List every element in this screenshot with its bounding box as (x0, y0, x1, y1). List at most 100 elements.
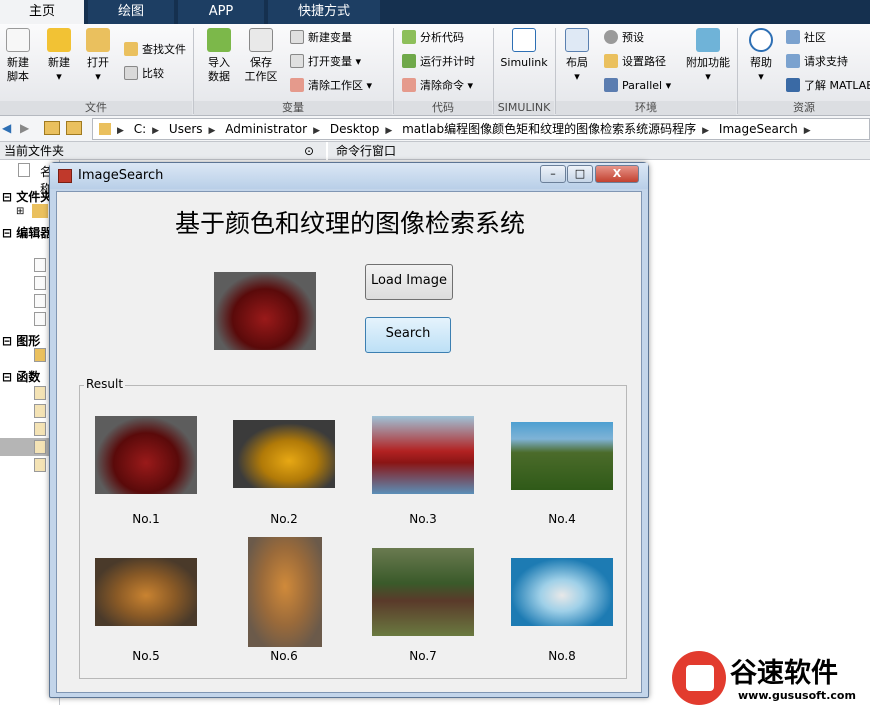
new-variable-button[interactable]: 新建变量 (290, 28, 352, 48)
file-icon[interactable] (34, 294, 46, 308)
request-support-button[interactable]: 请求支持 (786, 52, 848, 72)
function-file-icon[interactable] (34, 404, 46, 418)
tab-plots[interactable]: 绘图 (88, 0, 174, 24)
parallel-label: Parallel (622, 79, 663, 92)
add-ons-button[interactable]: 附加功能 ▾ (684, 28, 732, 84)
clear-commands-button[interactable]: 清除命令 ▾ (402, 76, 473, 96)
tree-section-editor[interactable]: ⊟ 编辑器 (2, 224, 52, 241)
new-script-button[interactable]: 新建 脚本 (2, 28, 34, 84)
expand-icon[interactable]: ⊞ (16, 206, 24, 217)
result-image (511, 422, 613, 490)
learn-matlab-icon (786, 78, 800, 92)
analyze-code-button[interactable]: 分析代码 (402, 28, 464, 48)
breadcrumb-item[interactable]: Users (169, 122, 203, 136)
community-button[interactable]: 社区 (786, 28, 826, 48)
result-image (95, 558, 197, 626)
figure-client-area: 基于颜色和纹理的图像检索系统 Load Image Search Result … (56, 191, 642, 693)
main-tab-bar: 主页 绘图 APP 快捷方式 (0, 0, 870, 24)
figure-file-icon[interactable] (34, 348, 46, 362)
tab-shortcuts[interactable]: 快捷方式 (268, 0, 380, 24)
load-image-button[interactable]: Load Image (365, 264, 453, 300)
parallel-button[interactable]: Parallel ▾ (604, 76, 671, 96)
help-label: 帮助 (750, 56, 772, 69)
tree-section-label: 文件夹 (16, 190, 53, 204)
compare-button[interactable]: 比较 (124, 64, 164, 84)
tree-section-functions[interactable]: ⊟ 函数 (2, 368, 40, 385)
function-file-icon[interactable] (34, 386, 46, 400)
tree-section-folders[interactable]: ⊟ 文件夹 (2, 188, 52, 205)
learn-matlab-label: 了解 MATLAB (804, 79, 870, 92)
learn-matlab-button[interactable]: 了解 MATLAB (786, 76, 870, 96)
save-workspace-button[interactable]: 保存 工作区 (244, 28, 278, 84)
back-arrow-icon[interactable]: ◀ (2, 121, 11, 135)
up-folder-icon[interactable] (44, 121, 60, 135)
folder-icon (86, 28, 110, 52)
group-label-code: 代码 (394, 101, 492, 115)
import-data-button[interactable]: 导入 数据 (204, 28, 234, 84)
find-files-label: 查找文件 (142, 43, 186, 56)
function-file-icon[interactable] (34, 440, 46, 454)
simulink-icon (512, 28, 536, 52)
result-caption: No.1 (132, 512, 160, 526)
breadcrumb-item[interactable]: ImageSearch (719, 122, 798, 136)
open-variable-button[interactable]: 打开变量 ▾ (290, 52, 361, 72)
new-script-icon (6, 28, 30, 52)
new-script-label: 新建 脚本 (7, 56, 29, 83)
help-button[interactable]: 帮助 ▾ (746, 28, 776, 84)
function-file-icon[interactable] (34, 458, 46, 472)
chevron-down-icon: ▾ (665, 79, 672, 92)
simulink-button[interactable]: Simulink (498, 28, 550, 70)
chevron-right-icon: ▶ (702, 126, 710, 136)
search-button[interactable]: Search (365, 317, 451, 353)
simulink-label: Simulink (500, 56, 548, 69)
tab-home[interactable]: 主页 (0, 0, 84, 24)
request-support-icon (786, 54, 800, 68)
brand-logo-inner (686, 665, 714, 691)
minimize-button[interactable]: – (540, 165, 566, 183)
layout-label: 布局 (566, 56, 588, 69)
new-label: 新建 (48, 56, 70, 69)
forward-arrow-icon[interactable]: ▶ (20, 121, 29, 135)
file-icon[interactable] (34, 276, 46, 290)
open-button[interactable]: 打开 ▾ (84, 28, 112, 84)
clear-workspace-label: 清除工作区 (308, 79, 363, 92)
result-caption: No.2 (270, 512, 298, 526)
collapse-icon: ⊟ (2, 226, 17, 240)
set-path-button[interactable]: 设置路径 (604, 52, 666, 72)
maximize-button[interactable]: □ (567, 165, 593, 183)
watermark-url: www.gususoft.com (738, 689, 856, 702)
breadcrumb-item[interactable]: Administrator (225, 122, 307, 136)
preferences-button[interactable]: 预设 (604, 28, 644, 48)
path-breadcrumb[interactable]: ▶ C: ▶ Users ▶ Administrator ▶ Desktop ▶ mat… (92, 118, 870, 140)
analyze-code-label: 分析代码 (420, 31, 464, 44)
collapse-icon: ⊟ (2, 334, 17, 348)
result-caption: No.3 (409, 512, 437, 526)
result-image (372, 416, 474, 494)
breadcrumb-item[interactable]: Desktop (330, 122, 380, 136)
new-button[interactable]: 新建 ▾ (44, 28, 74, 84)
panel-menu-icon[interactable]: ⊙ (304, 142, 314, 160)
file-icon[interactable] (34, 312, 46, 326)
breadcrumb-item[interactable]: matlab编程图像颜色矩和纹理的图像检索系统源码程序 (402, 122, 696, 136)
browse-folder-icon[interactable] (66, 121, 82, 135)
find-files-button[interactable]: 查找文件 (124, 40, 186, 60)
analyze-code-icon (402, 30, 416, 44)
clear-workspace-button[interactable]: 清除工作区 ▾ (290, 76, 372, 96)
chevron-right-icon: ▶ (803, 126, 811, 136)
function-file-icon[interactable] (34, 422, 46, 436)
close-button[interactable]: X (595, 165, 639, 183)
save-workspace-label: 保存 工作区 (244, 56, 278, 83)
tree-section-figures[interactable]: ⊟ 图形 (2, 332, 40, 349)
layout-button[interactable]: 布局 ▾ (562, 28, 592, 84)
breadcrumb-item[interactable]: C: (134, 122, 146, 136)
tab-apps[interactable]: APP (178, 0, 264, 24)
group-label-environment: 环境 (556, 101, 736, 115)
file-icon[interactable] (34, 258, 46, 272)
run-and-time-button[interactable]: 运行并计时 (402, 52, 475, 72)
chevron-right-icon: ▶ (117, 126, 124, 136)
result-caption: No.7 (409, 649, 437, 663)
result-image (233, 420, 335, 488)
open-variable-label: 打开变量 (308, 55, 352, 68)
add-ons-icon (696, 28, 720, 52)
minimize-icon: – (550, 167, 556, 180)
